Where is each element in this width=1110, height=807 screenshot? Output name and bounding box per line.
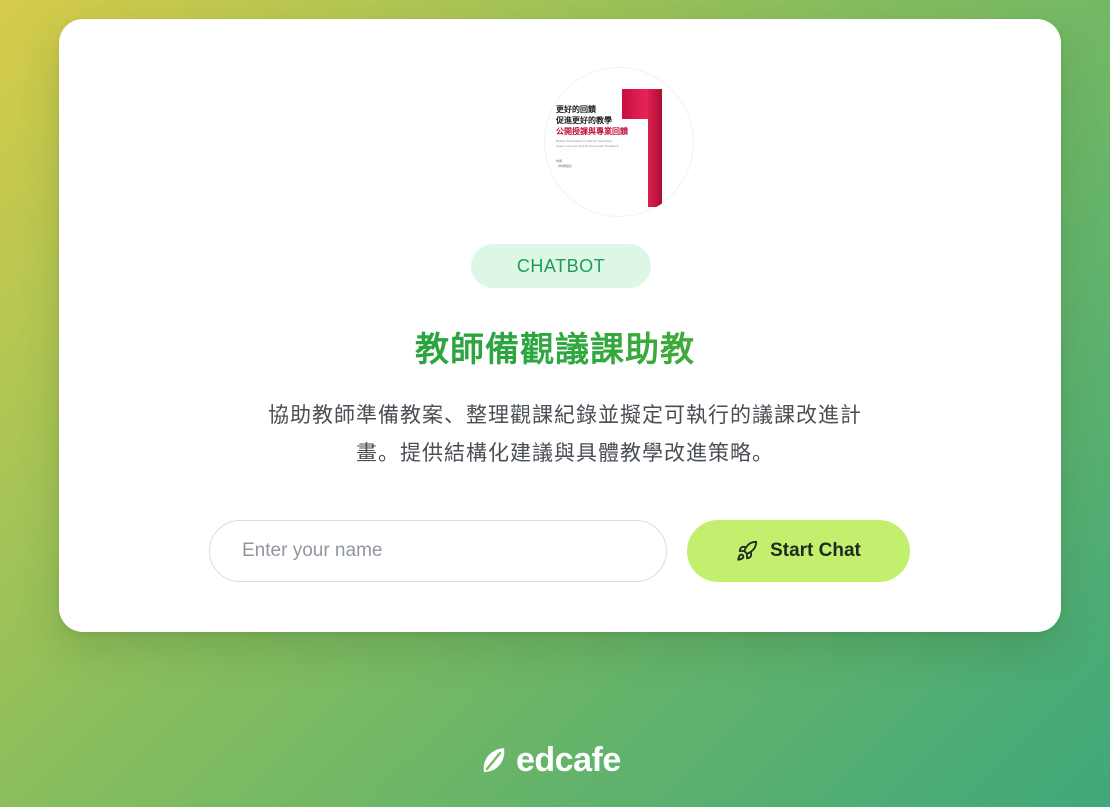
chatbot-avatar: 更好的回饋 促進更好的教學 公開授課與專業回饋 Better Feedback … (544, 67, 694, 217)
cover-ribbon-side (648, 89, 662, 207)
leaf-icon (478, 744, 510, 776)
cover-title-line-1: 更好的回饋 (556, 104, 596, 114)
start-chat-button[interactable]: Start Chat (687, 520, 910, 582)
page-title: 教師備觀議課助教 (0, 322, 1110, 371)
cover-authors: （作者姓名） (556, 164, 575, 168)
start-chat-label: Start Chat (770, 540, 861, 561)
name-input[interactable] (209, 520, 667, 582)
logo-text: edcafe (516, 740, 621, 779)
chatbot-badge: CHATBOT (471, 244, 651, 288)
cover-subtitle-2: Open Lessons and Professional Feedback (556, 144, 619, 148)
book-cover-image: 更好的回饋 促進更好的教學 公開授課與專業回饋 Better Feedback … (544, 67, 694, 217)
description-line-2: 畫。提供結構化建議與具體教學改進策略。 (356, 441, 774, 465)
rocket-icon (736, 540, 758, 562)
cover-title-line-3: 公開授課與專業回饋 (556, 126, 628, 136)
description-line-1: 協助教師準備教案、整理觀課紀錄並擬定可執行的議課改進計 (268, 403, 862, 427)
cover-title-line-2: 促進更好的教學 (556, 115, 612, 125)
chatbot-description: 協助教師準備教案、整理觀課紀錄並擬定可執行的議課改進計 畫。提供結構化建議與具體… (215, 396, 915, 472)
cover-ribbon-top (622, 89, 648, 119)
edcafe-logo[interactable]: edcafe (478, 738, 621, 782)
chatbot-card: 更好的回饋 促進更好的教學 公開授課與專業回饋 Better Feedback … (59, 19, 1061, 632)
